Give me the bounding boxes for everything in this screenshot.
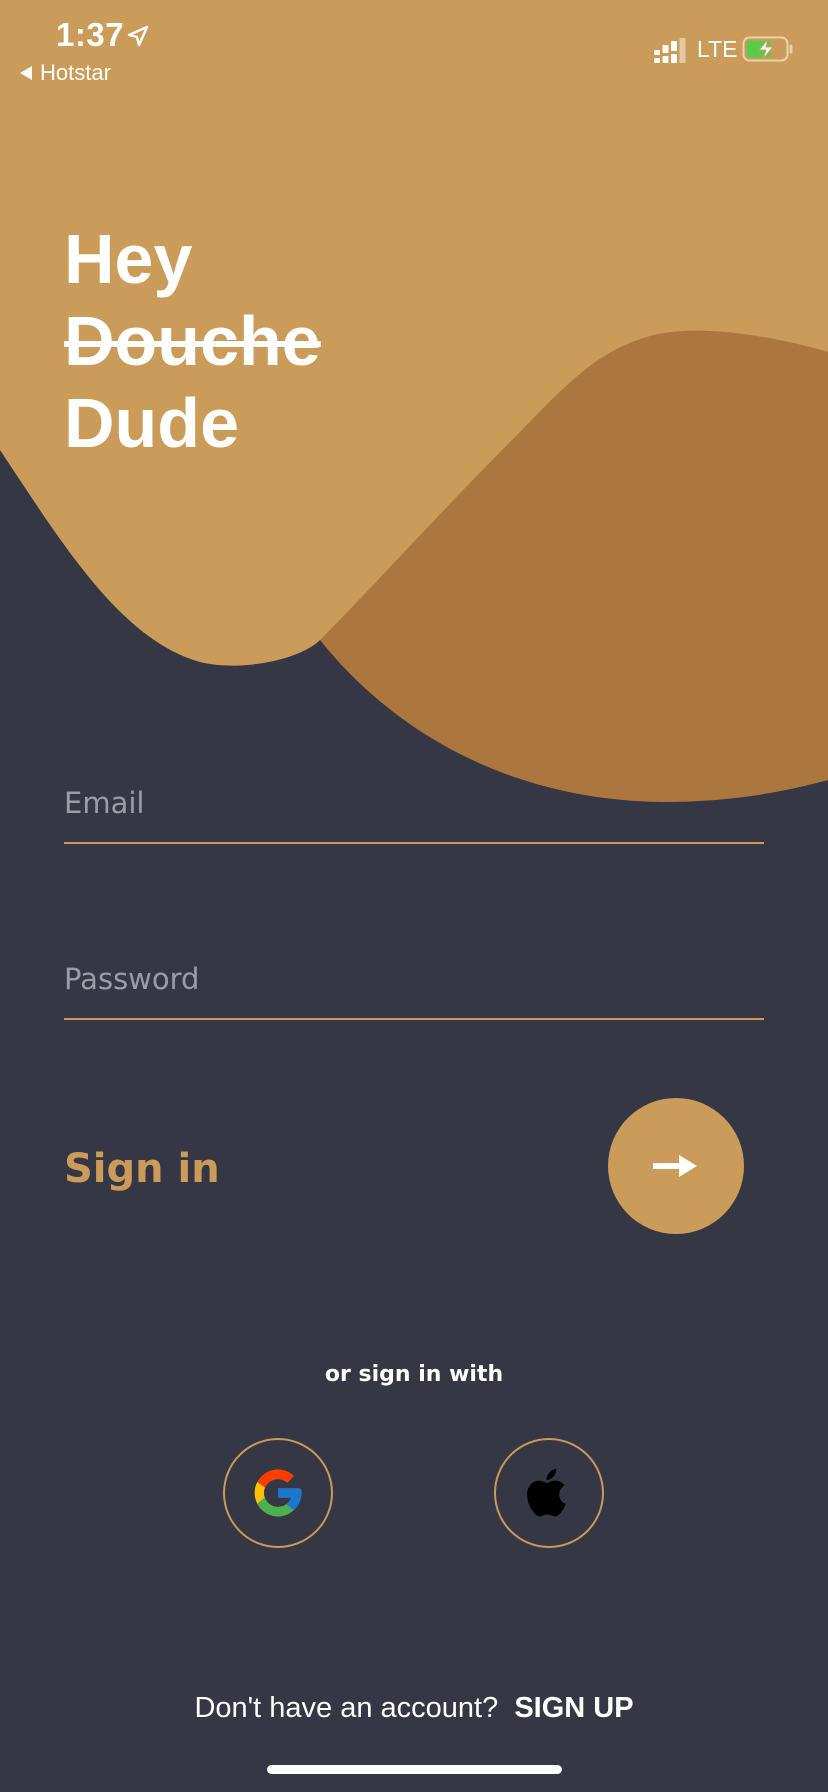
cellular-signal-icon [654,38,686,63]
location-arrow-icon [127,25,149,47]
status-time: 1:37 [56,16,125,53]
back-app-label: Hotstar [40,60,111,85]
hero-heading: Hey Douche Dude [64,218,321,464]
signup-prompt: Don't have an account? SIGN UP [0,1692,828,1725]
google-icon [254,1469,302,1517]
apple-sign-in-button[interactable] [494,1438,604,1548]
apple-icon [527,1468,566,1517]
back-to-app-button[interactable]: Hotstar [20,60,111,86]
home-indicator[interactable] [267,1765,562,1774]
email-field[interactable] [64,786,764,844]
sign-in-label: Sign in [64,1146,220,1192]
hero-line-hey: Hey [64,220,193,298]
back-triangle-icon [20,66,32,80]
sign-up-link[interactable]: SIGN UP [514,1692,633,1724]
google-sign-in-button[interactable] [223,1438,333,1548]
password-field[interactable] [64,962,764,1020]
hero-line-dude: Dude [64,384,239,462]
password-field-wrapper [64,962,764,1020]
signup-prompt-text: Don't have an account? [194,1692,499,1724]
network-type: LTE [697,36,738,62]
email-field-wrapper [64,786,764,844]
battery-charging-icon [742,36,793,62]
arrow-right-icon [653,1155,697,1177]
social-sign-in-label: or sign in with [324,1362,504,1387]
sign-in-submit-button[interactable] [608,1098,744,1234]
hero-line-struck: Douche [64,302,321,380]
